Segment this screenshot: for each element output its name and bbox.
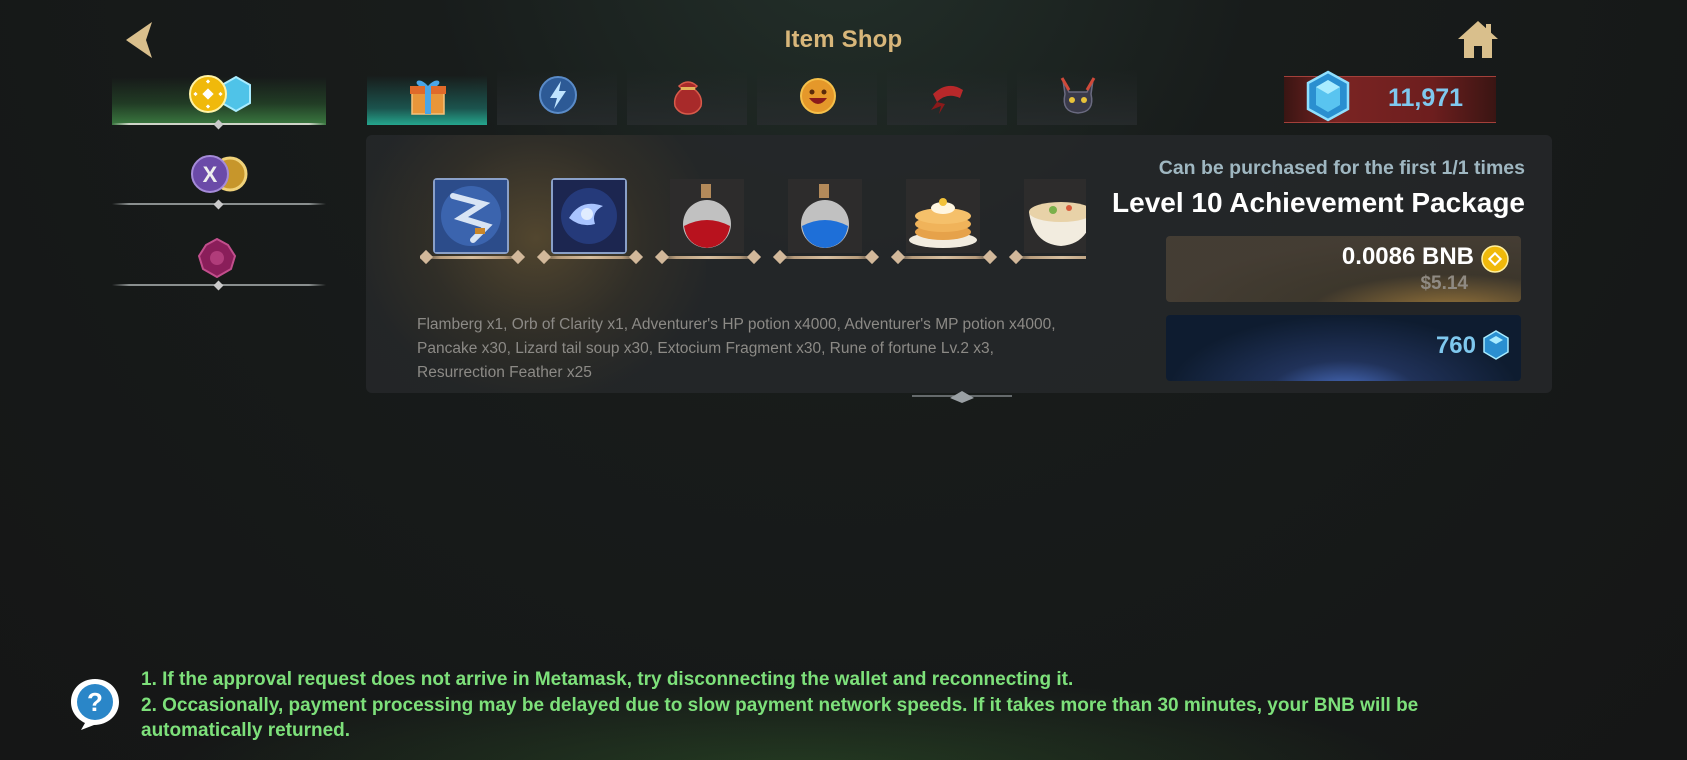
tab-demon[interactable] — [1017, 70, 1137, 125]
item-pancake[interactable] — [891, 176, 997, 259]
item-mp-potion[interactable] — [773, 176, 879, 259]
package-name: Level 10 Achievement Package — [1112, 187, 1525, 218]
home-icon[interactable] — [1456, 18, 1500, 62]
bnb-price: 0.0086 BNB — [1341, 243, 1474, 270]
notice-line-2: 2. Occasionally, payment processing may … — [141, 694, 1419, 742]
bandana-icon — [931, 85, 963, 114]
tab-gift-box[interactable] — [367, 70, 487, 125]
lizard-tail-soup-icon — [1024, 179, 1086, 253]
tab-emoji[interactable] — [757, 70, 877, 125]
tab-pouch[interactable] — [627, 70, 747, 125]
demon-icon — [1060, 77, 1096, 114]
bnb-coin-icon — [1481, 245, 1509, 273]
gem-price: 760 — [1435, 332, 1476, 359]
panel-divider-ornament — [912, 391, 1012, 403]
payment-notice: 1. If the approval request does not arri… — [141, 667, 1541, 744]
pouch-icon — [673, 81, 703, 115]
package-description: Flamberg x1, Orb of Clarity x1, Adventur… — [417, 316, 1056, 381]
help-question-icon[interactable]: ? — [68, 676, 122, 732]
emoji-icon — [800, 78, 836, 114]
flamberg-icon — [433, 178, 509, 254]
tab-bandana[interactable] — [887, 70, 1007, 125]
item-flamberg[interactable] — [420, 176, 525, 259]
orb-of-clarity-icon — [551, 178, 627, 254]
item-orb-of-clarity[interactable] — [537, 176, 643, 259]
gem-icon — [1306, 70, 1350, 122]
gift-box-icon — [410, 80, 446, 115]
x-coin-icon: X — [191, 155, 248, 193]
pancake-icon — [906, 179, 980, 253]
hp-potion-icon — [670, 179, 744, 253]
package-items[interactable] — [420, 170, 1086, 280]
page-title: Item Shop — [784, 26, 903, 53]
mp-potion-icon — [788, 179, 862, 253]
purchase-limit-text: Can be purchased for the first 1/1 times — [1158, 157, 1525, 179]
category-rune[interactable] — [112, 238, 326, 291]
svg-text:?: ? — [87, 687, 103, 717]
usd-price: $5.14 — [1420, 273, 1468, 294]
notice-line-1: 1. If the approval request does not arri… — [141, 669, 1074, 690]
rune-icon — [197, 238, 237, 278]
category-bnb-gem[interactable] — [112, 75, 326, 130]
tab-lightning[interactable] — [497, 70, 617, 125]
gem-balance: 11,971 — [1388, 84, 1464, 112]
svg-text:X: X — [203, 162, 218, 187]
item-hp-potion[interactable] — [655, 176, 761, 259]
category-x-coin[interactable]: X — [112, 155, 326, 210]
bnb-gem-icon — [189, 75, 251, 113]
item-lizard-tail-soup[interactable] — [1009, 176, 1086, 259]
gem-small-icon — [1483, 330, 1509, 360]
lightning-icon — [539, 76, 577, 114]
